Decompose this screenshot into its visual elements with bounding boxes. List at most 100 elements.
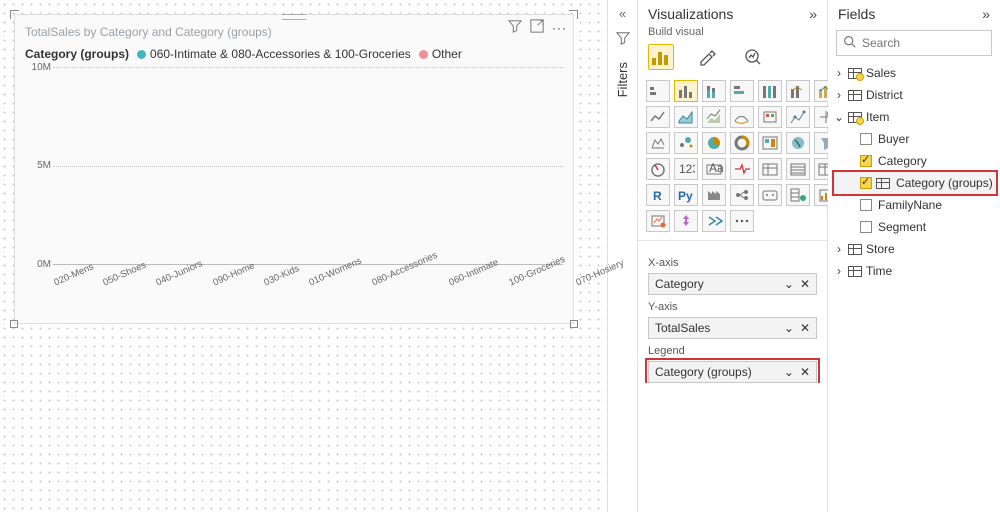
viz-type-tile[interactable] bbox=[786, 106, 810, 128]
table-node[interactable]: ›Store bbox=[834, 238, 996, 260]
legend-well[interactable]: Category (groups)⌄✕ bbox=[648, 361, 817, 383]
checkbox-icon[interactable] bbox=[860, 221, 872, 233]
viz-type-tile[interactable] bbox=[702, 106, 726, 128]
collapse-viz-icon[interactable]: » bbox=[809, 6, 817, 22]
viz-type-tile[interactable] bbox=[674, 80, 698, 102]
field-item[interactable]: Segment bbox=[834, 216, 996, 238]
viz-type-tile[interactable] bbox=[730, 80, 754, 102]
chevron-down-icon[interactable]: ⌄ bbox=[784, 365, 794, 379]
x-axis: 020-Mens050-Shoes040-Juniors090-Home030-… bbox=[25, 265, 563, 282]
collapse-fields-icon[interactable]: » bbox=[982, 6, 990, 22]
viz-type-tile[interactable] bbox=[730, 210, 754, 232]
fields-tree: ›Sales›District⌄Item Buyer Category Categor… bbox=[828, 62, 1000, 282]
more-options-icon[interactable]: ··· bbox=[552, 21, 567, 35]
table-icon bbox=[848, 90, 862, 101]
viz-type-tile[interactable] bbox=[786, 184, 810, 206]
viz-type-tile[interactable] bbox=[730, 158, 754, 180]
analytics-tab[interactable] bbox=[740, 44, 766, 70]
table-icon bbox=[848, 266, 862, 277]
field-item[interactable]: Buyer bbox=[834, 128, 996, 150]
build-visual-tab[interactable] bbox=[648, 44, 674, 70]
viz-type-tile[interactable]: Aa bbox=[702, 158, 726, 180]
field-label: Category bbox=[878, 154, 927, 168]
viz-type-tile[interactable]: R bbox=[646, 184, 670, 206]
chart-legend: Category (groups) 060-Intimate & 080-Acc… bbox=[25, 47, 563, 61]
y-axis: 10M 5M 0M bbox=[25, 67, 53, 265]
filter-icon[interactable] bbox=[508, 19, 522, 36]
legend-well-label: Legend bbox=[648, 345, 817, 357]
viz-type-tile[interactable] bbox=[786, 80, 810, 102]
viz-type-tile[interactable] bbox=[758, 106, 782, 128]
table-node[interactable]: ⌄Item bbox=[834, 106, 996, 128]
field-item[interactable]: FamilyNane bbox=[834, 194, 996, 216]
viz-type-tile[interactable]: Py bbox=[674, 184, 698, 206]
viz-type-tile[interactable] bbox=[786, 132, 810, 154]
checkbox-icon[interactable] bbox=[860, 199, 872, 211]
viz-type-tile[interactable] bbox=[758, 132, 782, 154]
viz-type-tile[interactable] bbox=[730, 132, 754, 154]
table-icon bbox=[848, 244, 862, 255]
focus-mode-icon[interactable] bbox=[530, 19, 544, 36]
viz-type-tile[interactable]: 123 bbox=[674, 158, 698, 180]
bar-chart-visual[interactable]: ··· TotalSales by Category and Category … bbox=[14, 14, 574, 324]
checkbox-icon[interactable] bbox=[860, 133, 872, 145]
filters-rail-icon bbox=[616, 31, 630, 48]
remove-field-icon[interactable]: ✕ bbox=[800, 365, 810, 379]
chevron-down-icon[interactable]: ⌄ bbox=[784, 321, 794, 335]
remove-field-icon[interactable]: ✕ bbox=[800, 277, 810, 291]
field-item[interactable]: Category bbox=[834, 150, 996, 172]
visualization-type-grid: 123 Aa R Py bbox=[638, 80, 827, 240]
svg-text:R: R bbox=[653, 189, 662, 203]
table-node[interactable]: ›Sales bbox=[834, 62, 996, 84]
viz-type-tile[interactable] bbox=[646, 158, 670, 180]
format-visual-tab[interactable] bbox=[694, 44, 720, 70]
search-input[interactable] bbox=[862, 36, 1000, 50]
report-canvas[interactable]: ··· TotalSales by Category and Category … bbox=[0, 0, 608, 512]
field-label: Segment bbox=[878, 220, 926, 234]
viz-type-tile[interactable] bbox=[702, 184, 726, 206]
field-label: FamilyNane bbox=[878, 198, 942, 212]
remove-field-icon[interactable]: ✕ bbox=[800, 321, 810, 335]
search-icon bbox=[843, 35, 856, 51]
viz-type-tile[interactable] bbox=[702, 80, 726, 102]
viz-type-tile[interactable] bbox=[674, 106, 698, 128]
yaxis-well[interactable]: TotalSales⌄✕ bbox=[648, 317, 817, 339]
chevron-down-icon[interactable]: ⌄ bbox=[784, 277, 794, 291]
group-icon bbox=[876, 178, 890, 189]
expand-filters-icon[interactable]: « bbox=[619, 6, 626, 21]
viz-type-tile[interactable] bbox=[646, 80, 670, 102]
checkbox-checked-icon[interactable] bbox=[860, 155, 872, 167]
xaxis-well[interactable]: Category⌄✕ bbox=[648, 273, 817, 295]
viz-type-tile[interactable] bbox=[646, 210, 670, 232]
viz-type-tile[interactable] bbox=[646, 106, 670, 128]
viz-type-tile[interactable] bbox=[674, 210, 698, 232]
svg-text:Aa: Aa bbox=[709, 161, 723, 175]
svg-text:123: 123 bbox=[679, 162, 695, 176]
fields-search[interactable] bbox=[836, 30, 992, 56]
checkbox-checked-icon[interactable] bbox=[860, 177, 872, 189]
filters-label: Filters bbox=[615, 62, 630, 97]
viz-type-tile[interactable] bbox=[646, 132, 670, 154]
table-icon bbox=[848, 68, 862, 79]
fields-title: Fields bbox=[838, 6, 875, 22]
viz-type-tile[interactable] bbox=[702, 132, 726, 154]
viz-type-tile[interactable] bbox=[730, 184, 754, 206]
drag-handle[interactable] bbox=[282, 14, 306, 20]
xaxis-well-label: X-axis bbox=[648, 257, 817, 269]
field-label: Buyer bbox=[878, 132, 909, 146]
viz-type-tile[interactable] bbox=[702, 210, 726, 232]
viz-type-tile[interactable] bbox=[730, 106, 754, 128]
viz-type-tile[interactable] bbox=[758, 80, 782, 102]
field-label: Category (groups) bbox=[896, 176, 993, 190]
viz-type-tile[interactable] bbox=[674, 132, 698, 154]
visualizations-title: Visualizations bbox=[648, 6, 733, 22]
viz-type-tile[interactable] bbox=[786, 158, 810, 180]
build-visual-label: Build visual bbox=[638, 26, 827, 44]
table-node[interactable]: ›Time bbox=[834, 260, 996, 282]
visualizations-pane: Visualizations » Build visual 123 Aa R Py X… bbox=[638, 0, 828, 512]
svg-text:Py: Py bbox=[678, 189, 693, 203]
table-node[interactable]: ›District bbox=[834, 84, 996, 106]
viz-type-tile[interactable] bbox=[758, 184, 782, 206]
field-item[interactable]: Category (groups) bbox=[834, 172, 996, 194]
viz-type-tile[interactable] bbox=[758, 158, 782, 180]
